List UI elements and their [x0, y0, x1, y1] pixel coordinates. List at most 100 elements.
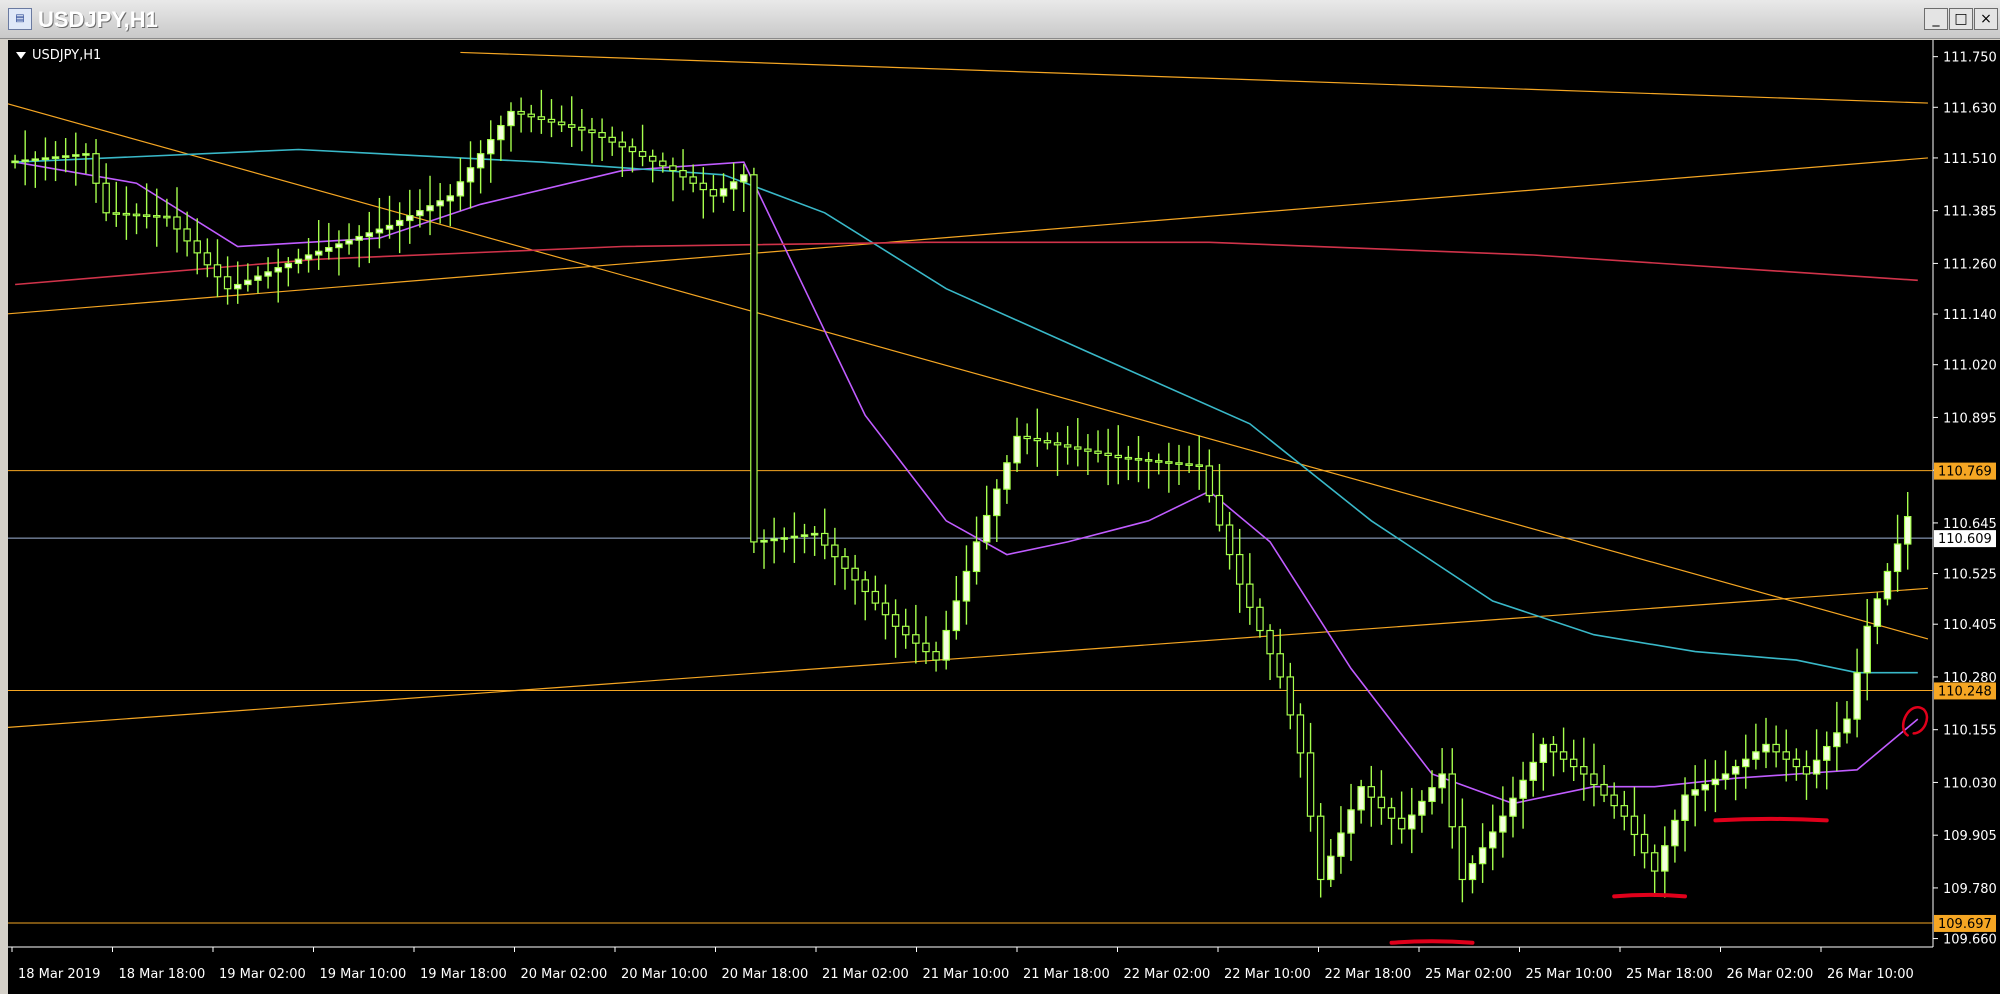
- time-tick-label: 18 Mar 2019: [18, 967, 100, 982]
- bearish-candle: [1792, 758, 1801, 768]
- price-chart[interactable]: 111.750 111.630 111.510 111.385 111.260 111.1…: [8, 40, 2000, 994]
- bullish-candle: [942, 629, 950, 661]
- time-tick-label: 18 Mar 18:00: [119, 967, 206, 982]
- bullish-candle: [760, 539, 768, 543]
- bullish-candle: [1408, 814, 1416, 830]
- bearish-candle: [709, 188, 718, 197]
- time-tick-label: 21 Mar 02:00: [822, 967, 909, 982]
- bullish-candle: [993, 488, 1001, 517]
- bearish-candle: [1276, 653, 1284, 678]
- bearish-candle: [163, 215, 171, 219]
- bearish-candle: [1023, 435, 1031, 440]
- bullish-candle: [294, 258, 303, 265]
- bearish-candle: [1569, 758, 1578, 768]
- close-button[interactable]: ×: [1974, 8, 1998, 30]
- bearish-candle: [547, 118, 556, 123]
- symbol-label[interactable]: USDJPY,H1: [16, 48, 101, 63]
- bullish-candle: [497, 124, 505, 141]
- bearish-candle: [679, 169, 687, 178]
- bearish-candle: [1802, 766, 1811, 775]
- bearish-candle: [1448, 773, 1456, 828]
- bearish-candle: [932, 651, 940, 661]
- price-tick-label: 110.405: [1943, 618, 1997, 633]
- bullish-candle: [1003, 462, 1011, 490]
- price-tick-label: 109.905: [1943, 829, 1997, 844]
- bullish-candle: [740, 174, 748, 183]
- time-tick-label: 21 Mar 10:00: [923, 967, 1010, 982]
- bearish-candle: [1246, 583, 1254, 608]
- dropdown-arrow-icon[interactable]: [16, 52, 26, 59]
- bearish-candle: [1640, 833, 1649, 854]
- chart-canvas[interactable]: 111.750 111.630 111.510 111.385 111.260 111.1…: [8, 40, 2000, 994]
- bearish-candle: [1397, 817, 1406, 830]
- bearish-candle: [1074, 446, 1082, 450]
- bearish-candle: [1134, 457, 1143, 461]
- title-bar[interactable]: ▤ USDJPY,H1 _ □ ×: [0, 0, 2000, 39]
- bullish-candle: [1661, 845, 1669, 872]
- time-tick-label: 19 Mar 10:00: [320, 967, 407, 982]
- bearish-candle: [1185, 463, 1193, 466]
- price-level-label: 110.769: [1938, 465, 1992, 480]
- minimize-button[interactable]: _: [1924, 8, 1948, 30]
- trendline: [8, 157, 1928, 315]
- bearish-candle: [689, 176, 697, 184]
- symbol-label-text: USDJPY,H1: [32, 48, 102, 63]
- bullish-candle: [1519, 779, 1527, 799]
- bullish-candle: [456, 181, 465, 197]
- chart-window: ▤ USDJPY,H1 _ □ × 111.750 111.630 111.510 1…: [0, 0, 2000, 994]
- bullish-candle: [1843, 718, 1851, 734]
- bullish-candle: [507, 110, 515, 127]
- bearish-candle: [1782, 751, 1790, 760]
- annotation-underline: [1713, 816, 1829, 823]
- bearish-candle: [1650, 852, 1659, 872]
- bullish-candle: [487, 139, 495, 155]
- bullish-candle: [375, 228, 384, 234]
- bearish-candle: [1063, 444, 1072, 448]
- maximize-button[interactable]: □: [1949, 8, 1973, 30]
- bearish-candle: [1043, 440, 1052, 444]
- bullish-candle: [1347, 809, 1355, 834]
- bullish-candle: [952, 600, 961, 632]
- bearish-candle: [112, 212, 121, 215]
- bearish-candle: [841, 556, 849, 569]
- bullish-candle: [1488, 831, 1497, 849]
- price-tick-label: 110.645: [1943, 517, 1997, 532]
- bearish-candle: [578, 126, 586, 131]
- price-tick-label: 111.630: [1943, 101, 1997, 116]
- trendline: [460, 51, 1928, 104]
- bearish-candle: [659, 160, 667, 167]
- bearish-candle: [1559, 751, 1568, 760]
- bullish-candle: [1711, 778, 1720, 786]
- bearish-candle: [912, 634, 920, 644]
- bearish-candle: [1316, 815, 1325, 881]
- price-tick-label: 110.155: [1943, 724, 1997, 739]
- bullish-candle: [790, 535, 799, 539]
- bearish-candle: [1286, 676, 1295, 716]
- price-level-label: 110.609: [1938, 532, 1992, 547]
- bearish-candle: [861, 579, 869, 593]
- bullish-candle: [729, 181, 738, 190]
- bearish-candle: [598, 132, 606, 138]
- bearish-candle: [173, 216, 181, 230]
- bearish-candle: [588, 129, 596, 134]
- bullish-candle: [1883, 570, 1892, 600]
- bullish-candle: [1812, 759, 1821, 775]
- bullish-candle: [1873, 598, 1882, 627]
- bearish-candle: [122, 212, 131, 216]
- bearish-candle: [527, 113, 535, 118]
- bullish-candle: [325, 246, 333, 252]
- bullish-candle: [264, 271, 272, 277]
- bullish-candle: [314, 250, 323, 256]
- bearish-candle: [638, 151, 647, 157]
- bullish-candle: [1539, 743, 1548, 763]
- bearish-candle: [1195, 464, 1203, 468]
- bearish-candle: [557, 121, 566, 126]
- bearish-candle: [92, 153, 100, 184]
- bearish-candle: [1235, 553, 1244, 585]
- bullish-candle: [416, 210, 424, 217]
- bearish-candle: [750, 174, 758, 543]
- bullish-candle: [1762, 743, 1770, 753]
- time-tick-label: 26 Mar 10:00: [1827, 967, 1914, 982]
- bullish-candle: [972, 541, 981, 573]
- time-tick-label: 25 Mar 10:00: [1526, 967, 1613, 982]
